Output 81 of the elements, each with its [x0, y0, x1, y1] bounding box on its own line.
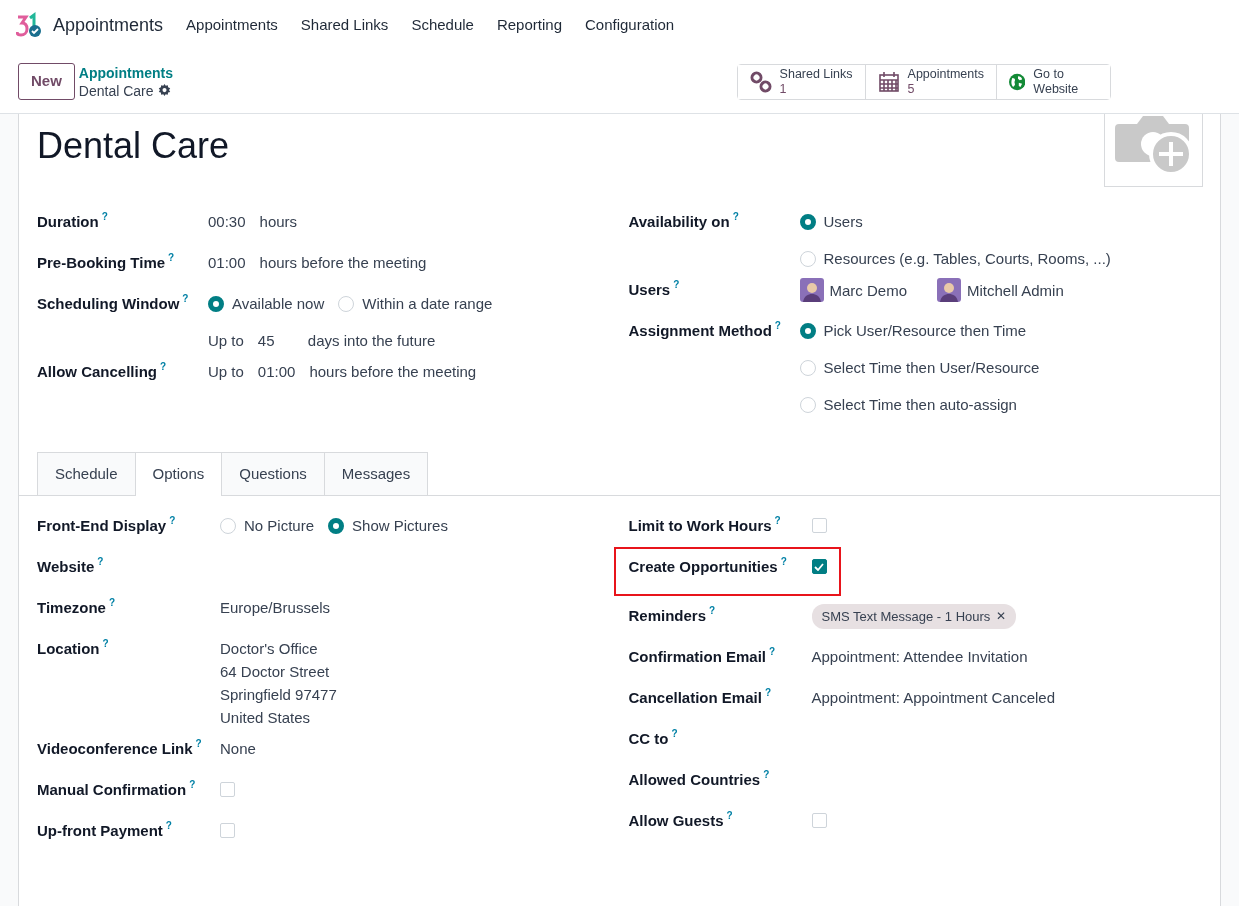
input-field[interactable]: 45 [257, 329, 294, 352]
menu-item[interactable]: Shared Links [300, 13, 389, 37]
field-label: Assignment Method ? [628, 319, 781, 341]
radio-label[interactable]: Available now [232, 292, 325, 315]
input-field[interactable]: 01:00 [208, 251, 246, 274]
stat-button[interactable]: Go to Website [996, 64, 1110, 99]
menu-item[interactable]: Reporting [496, 13, 562, 37]
field-value: hours before the meeting [309, 362, 477, 382]
field-value: Appointment: Appointment Canceled [811, 688, 1055, 708]
record-name: Dental Care [78, 81, 154, 100]
tab[interactable]: Options [134, 452, 223, 496]
menu-item[interactable]: Schedule [411, 13, 474, 37]
tab[interactable]: Schedule [37, 452, 136, 495]
field-label: Manual Confirmation ? [37, 778, 196, 800]
app-logo-icon[interactable] [16, 12, 42, 38]
field-label: Cancellation Email ? [628, 686, 771, 708]
field-label: Allow Cancelling ? [37, 360, 167, 382]
field-label: Create Opportunities ? [628, 555, 787, 577]
field-value: None [220, 739, 256, 759]
field-label: Timezone ? [37, 596, 115, 618]
radio-label[interactable]: Select Time then User/Resource [823, 356, 1040, 379]
remove-button[interactable]: ✕ [996, 605, 1007, 628]
field-label: Duration ? [37, 210, 108, 232]
field-label: Reminders ? [628, 604, 716, 626]
field-label: Scheduling Window ? [37, 292, 189, 314]
field-value: United States [220, 708, 311, 728]
field-label: Allow Guests ? [628, 809, 733, 831]
field-label: CC to ? [628, 727, 678, 749]
field-value: Up to [208, 362, 244, 382]
radio-label[interactable]: Users [823, 210, 863, 233]
field-label: Front-End Display ? [37, 514, 176, 536]
tab[interactable]: Messages [323, 452, 429, 495]
record-title: Dental Care [37, 124, 230, 168]
app-name[interactable]: Appointments [53, 11, 164, 39]
tag-label: SMS Text Message - 1 Hours [821, 608, 991, 626]
menu-item[interactable]: Appointments [186, 13, 278, 37]
image-upload[interactable] [1104, 114, 1203, 187]
field-value: hours before the meeting [259, 253, 427, 273]
field-label: Website ? [37, 555, 104, 577]
avatar-icon [937, 278, 961, 302]
field-label: Allowed Countries ? [628, 768, 770, 790]
tab[interactable]: Questions [221, 452, 325, 495]
settings-icon[interactable] [157, 84, 171, 97]
field-value: Appointment: Attendee Invitation [811, 647, 1028, 667]
checkbox[interactable] [811, 559, 827, 574]
globe-icon [1009, 71, 1026, 92]
calendar-icon [877, 70, 900, 93]
input-field[interactable]: 00:30 [208, 210, 246, 233]
field-value: hours [259, 212, 298, 232]
field-value: 64 Doctor Street [220, 662, 330, 682]
link-icon [749, 70, 772, 93]
field-value: days into the future [307, 331, 436, 351]
field-label: Videoconference Link ? [37, 737, 202, 759]
user-name[interactable]: Marc Demo [829, 278, 907, 302]
field-label: Users ? [628, 278, 680, 300]
avatar-icon [799, 278, 824, 302]
field-value: Europe/Brussels [220, 598, 331, 618]
radio-button[interactable] [328, 517, 345, 534]
field-label: Pre-Booking Time ? [37, 251, 175, 273]
field-label: Location ? [37, 637, 109, 659]
radio-label[interactable]: Show Pictures [352, 514, 448, 537]
radio-label[interactable]: Resources (e.g. Tables, Courts, Rooms, ...) [823, 247, 1111, 270]
radio-label[interactable]: Within a date range [362, 292, 493, 315]
field-label: Confirmation Email ? [628, 645, 776, 667]
field-value: Springfield 97477 [220, 685, 337, 705]
menu-item[interactable]: Configuration [585, 13, 675, 37]
radio-button[interactable] [799, 322, 816, 339]
radio-label[interactable]: Pick User/Resource then Time [823, 319, 1027, 342]
new-button[interactable]: New [18, 63, 75, 100]
breadcrumb-link[interactable]: Appointments [78, 63, 173, 82]
radio-button[interactable] [799, 213, 816, 230]
field-label: Limit to Work Hours ? [628, 514, 781, 536]
radio-button[interactable] [208, 295, 224, 312]
field-value: Doctor's Office [220, 639, 318, 659]
field-value: Up to [208, 331, 244, 351]
user-name[interactable]: Mitchell Admin [967, 278, 1064, 302]
input-field[interactable]: 01:00 [257, 360, 296, 383]
field-label: Availability on ? [628, 210, 739, 232]
radio-label[interactable]: Select Time then auto-assign [823, 393, 1017, 416]
radio-label[interactable]: No Picture [244, 514, 315, 537]
field-label: Up-front Payment ? [37, 819, 172, 841]
